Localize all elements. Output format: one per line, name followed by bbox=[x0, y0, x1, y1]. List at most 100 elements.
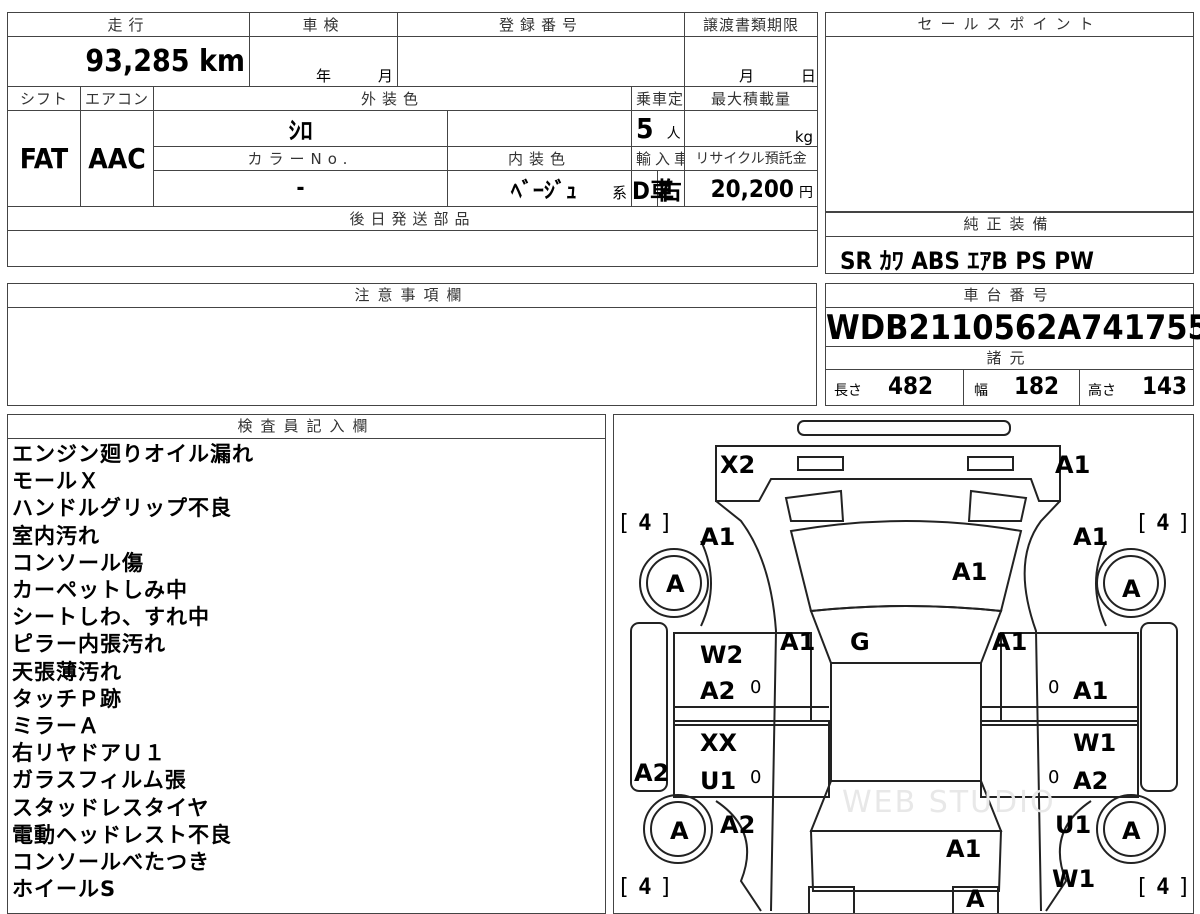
tire-fl-label: [4] bbox=[617, 511, 673, 536]
recycle-header: リサイクル預託金 bbox=[684, 146, 819, 171]
year-unit: 年 bbox=[316, 67, 332, 85]
note-line: カーペットしみ中 bbox=[12, 578, 188, 603]
note-line: コンソールべたつき bbox=[12, 850, 210, 875]
spec-width-label: 幅 bbox=[974, 383, 988, 399]
tire-rl-label: [4] bbox=[617, 875, 673, 900]
mark-left-rear-door-top: XX bbox=[700, 729, 738, 757]
transfer-value: 月 日 bbox=[684, 36, 819, 87]
tire-rl-value: 4 bbox=[638, 875, 652, 900]
ext-color-extra bbox=[447, 110, 633, 147]
capacity-unit: 人 bbox=[666, 126, 681, 142]
transfer-month-unit: 月 bbox=[739, 67, 755, 85]
note-line: モールＸ bbox=[12, 469, 100, 494]
inspector-box: 検査員記入欄 エンジン廻りオイル漏れ モールＸ ハンドルグリップ不良 室内汚れ … bbox=[7, 414, 606, 914]
mark-right-fender: A1 bbox=[1073, 523, 1109, 551]
transfer-day-unit: 日 bbox=[800, 67, 816, 85]
equipment-header: 純正装備 bbox=[826, 213, 1193, 237]
right-door-seam bbox=[981, 706, 1138, 726]
spec-length: 長さ 482 bbox=[826, 370, 964, 406]
front-bumper-shape bbox=[715, 445, 1061, 502]
chassis-header: 車台番号 bbox=[826, 284, 1193, 308]
spec-length-label: 長さ bbox=[834, 383, 862, 399]
equipment-box: 純正装備 SR ｶﾜ ABS ｴｱB PS PW bbox=[825, 212, 1194, 275]
windshield-shape bbox=[809, 605, 1003, 664]
recycle-amount: 20,200 bbox=[710, 174, 794, 203]
import-value: D車右H bbox=[631, 170, 686, 207]
mark-zero-lr: 0 bbox=[750, 767, 762, 788]
mark-left-pillar: A1 bbox=[780, 628, 816, 656]
shift-header: シフト bbox=[7, 86, 81, 111]
mark-right-rear-door-top: W1 bbox=[1073, 729, 1117, 757]
spec-height: 高さ 143 bbox=[1080, 370, 1194, 406]
watermark: WEB STUDIO bbox=[842, 785, 1056, 820]
note-line: 右リヤドアＵ１ bbox=[12, 741, 166, 766]
specs-header: 諸元 bbox=[826, 346, 1193, 370]
left-lamp-shape bbox=[784, 489, 845, 522]
mark-left-rear-fender: A2 bbox=[720, 811, 756, 839]
import-type: D車 bbox=[633, 171, 674, 206]
left-headlight-shape bbox=[797, 456, 844, 471]
capacity-header: 乗車定員 bbox=[631, 86, 686, 111]
int-color-value: ﾍﾞｰｼﾞｭ 系 bbox=[447, 170, 633, 207]
transfer-header: 譲渡書類期限 bbox=[684, 12, 819, 37]
equipment-list: SR ｶﾜ ABS ｴｱB PS PW bbox=[840, 247, 1094, 275]
left-door-seam bbox=[674, 706, 829, 726]
month-unit: 月 bbox=[377, 67, 393, 85]
mark-zero-lf: 0 bbox=[750, 677, 762, 698]
inspector-notes: エンジン廻りオイル漏れ モールＸ ハンドルグリップ不良 室内汚れ コンソール傷 … bbox=[12, 441, 254, 903]
mileage-value: 93,285 km bbox=[6, 36, 251, 87]
sales-point-header: セールスポイント bbox=[826, 13, 1193, 37]
note-line: ホイールS bbox=[12, 877, 117, 902]
spec-width: 幅 182 bbox=[964, 370, 1080, 406]
aircon-value: AAC bbox=[80, 110, 154, 207]
note-line: 室内汚れ bbox=[12, 523, 100, 548]
inspector-header: 検査員記入欄 bbox=[8, 415, 605, 439]
chassis-number: WDB2110562A741755 bbox=[826, 308, 1200, 348]
int-color-suffix: 系 bbox=[612, 183, 628, 202]
car-diagram-box: [4] [4] [4] [4] X2 A1 A1 A1 A1 G A1 A1 W… bbox=[613, 414, 1194, 914]
mark-right-front-door: A1 bbox=[1073, 677, 1109, 705]
mileage-header: 走行 bbox=[6, 12, 251, 37]
note-line: ミラーＡ bbox=[12, 714, 100, 739]
roof-shape bbox=[830, 662, 982, 782]
ext-color-header: 外装色 bbox=[152, 86, 633, 111]
mark-wheel-rl: A bbox=[670, 817, 689, 845]
mark-wheel-rr: A bbox=[1122, 817, 1141, 845]
left-front-arch bbox=[700, 540, 712, 627]
mark-left-front-door: A2 bbox=[700, 677, 736, 705]
mark-right-rear-door: A2 bbox=[1073, 767, 1109, 795]
right-headlight-shape bbox=[967, 456, 1014, 471]
recycle-unit: 円 bbox=[799, 184, 814, 201]
int-color-text: ﾍﾞｰｼﾞｭ bbox=[510, 178, 577, 204]
mark-trunk: A1 bbox=[946, 835, 982, 863]
handle-side: 右H bbox=[658, 177, 684, 205]
mark-front-right-bumper: A1 bbox=[1055, 451, 1091, 479]
later-parts-header: 後日発送部品 bbox=[6, 206, 819, 231]
mark-left-rocker: A2 bbox=[634, 759, 670, 787]
front-grille-shape bbox=[797, 420, 1011, 436]
aircon-header: エアコン bbox=[80, 86, 154, 111]
spec-height-value: 143 bbox=[1142, 372, 1188, 400]
right-rocker-shape bbox=[1140, 622, 1178, 792]
tire-rr-value: 4 bbox=[1156, 875, 1170, 900]
caution-header: 注意事項欄 bbox=[8, 284, 816, 308]
mark-left-rear-door: U1 bbox=[700, 767, 737, 795]
mark-front-left-bumper: X2 bbox=[720, 451, 756, 479]
capacity-number: 5 bbox=[636, 112, 654, 145]
later-parts-value bbox=[6, 230, 819, 267]
sales-point-box: セールスポイント bbox=[825, 12, 1194, 212]
note-line: ピラー内張汚れ bbox=[12, 632, 166, 657]
mark-rear-right-corner: W1 bbox=[1052, 865, 1096, 893]
vehicle-info-table: 走行 車検 登録番号 譲渡書類期限 93,285 km 年 月 月 日 シフト … bbox=[6, 12, 819, 267]
chassis-box: 車台番号 WDB2110562A741755 諸元 長さ 482 幅 182 高… bbox=[825, 283, 1200, 406]
note-line: コンソール傷 bbox=[12, 550, 144, 575]
recycle-value: 20,200 円 bbox=[684, 170, 819, 207]
tire-fl-value: 4 bbox=[638, 511, 652, 536]
tire-fr-label: [4] bbox=[1135, 511, 1191, 536]
note-line: 天張薄汚れ bbox=[12, 659, 122, 684]
ext-color-value: ｼﾛ bbox=[152, 110, 449, 147]
inspection-value: 年 月 bbox=[249, 36, 399, 87]
note-line: ハンドルグリップ不良 bbox=[12, 496, 232, 521]
reg-no-header: 登録番号 bbox=[397, 12, 686, 37]
tire-rr-label: [4] bbox=[1135, 875, 1191, 900]
